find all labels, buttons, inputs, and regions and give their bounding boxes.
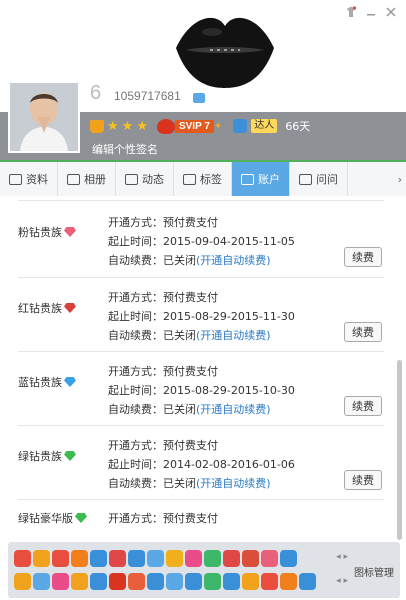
divider <box>18 200 384 201</box>
app-shortcut-icon[interactable] <box>109 550 126 567</box>
app-shortcut-icon[interactable] <box>261 550 278 567</box>
list-item: 绿钻贵族 开通方式：预付费支付 起止时间：2014-02-08-2016-01-… <box>18 426 384 500</box>
star-icon: ★ <box>136 118 148 134</box>
app-shortcut-icon[interactable] <box>204 550 221 567</box>
photo-album-icon <box>67 173 80 185</box>
green-diamond-icon <box>64 451 76 461</box>
app-shortcut-icon[interactable] <box>223 573 240 590</box>
renew-button[interactable]: 续费 <box>344 247 382 267</box>
tray-page-arrows-icon[interactable]: ◂ ▸ <box>336 576 348 586</box>
service-name: 绿钻豪华版 <box>18 512 73 525</box>
cover-photo <box>176 17 274 89</box>
tab-questions[interactable]: 问问 <box>290 162 348 196</box>
list-item: 绿钻豪华版 开通方式：预付费支付 <box>18 512 218 525</box>
app-shortcut-icon[interactable] <box>204 573 221 590</box>
vip-service-list: 粉钻贵族 开通方式：预付费支付 起止时间：2015-09-04-2015-11-… <box>8 196 394 532</box>
service-name: 粉钻贵族 <box>18 226 62 239</box>
wallet-icon <box>241 173 254 185</box>
tab-account[interactable]: 账户 <box>232 162 290 196</box>
tab-bar: 资料 相册 动态 标签 账户 问问 › <box>0 160 406 196</box>
app-shortcut-icon[interactable] <box>52 550 69 567</box>
svip-icon <box>156 118 175 134</box>
icon-manage-button[interactable]: 图标管理 <box>354 564 394 579</box>
window-controls <box>342 0 406 24</box>
signature-edit[interactable]: 编辑个性签名 <box>92 141 158 157</box>
tab-profile[interactable]: 资料 <box>0 162 58 196</box>
app-shortcut-icon[interactable] <box>71 550 88 567</box>
app-shortcut-icon[interactable] <box>147 573 164 590</box>
profile-header: 6 1059717681 ★ ★ ★ SVIP 7 ✦ 达人 66天 编辑个性签… <box>0 0 406 160</box>
list-scrollbar[interactable] <box>397 360 402 540</box>
app-shortcut-icon[interactable] <box>128 550 145 567</box>
close-icon[interactable] <box>382 3 400 21</box>
app-shortcut-icon[interactable] <box>71 573 88 590</box>
enable-auto-renew-link[interactable]: (开通自动续费) <box>196 329 271 342</box>
star-icon: ★ <box>107 118 119 134</box>
blue-diamond-icon <box>64 377 76 387</box>
svip-badge[interactable]: SVIP 7 ✦ <box>156 118 223 134</box>
tabs-scroll-right-icon[interactable]: › <box>348 162 406 196</box>
app-shortcut-icon[interactable] <box>52 573 69 590</box>
app-shortcut-icon[interactable] <box>223 550 240 567</box>
app-shortcut-icon[interactable] <box>280 573 297 590</box>
tab-feed[interactable]: 动态 <box>116 162 174 196</box>
service-name: 蓝钻贵族 <box>18 376 62 389</box>
app-shortcut-icon[interactable] <box>185 550 202 567</box>
crown-icon[interactable] <box>90 119 104 133</box>
app-shortcut-icon[interactable] <box>166 550 183 567</box>
enable-auto-renew-link[interactable]: (开通自动续费) <box>196 254 271 267</box>
app-shortcut-icon[interactable] <box>242 573 259 590</box>
skin-icon[interactable] <box>342 3 360 21</box>
pink-diamond-icon <box>64 227 76 237</box>
app-shortcut-icon[interactable] <box>147 550 164 567</box>
app-icon-tray: ◂ ▸ ◂ ▸ 图标管理 <box>8 542 400 598</box>
app-shortcut-icon[interactable] <box>90 573 107 590</box>
app-shortcut-icon[interactable] <box>166 573 183 590</box>
green-diamond-icon <box>75 513 87 523</box>
level-number: 6 <box>90 82 102 104</box>
svip-arrow-icon: ✦ <box>213 120 223 132</box>
app-shortcut-icon[interactable] <box>90 550 107 567</box>
renew-button[interactable]: 续费 <box>344 470 382 490</box>
app-shortcut-icon[interactable] <box>109 573 126 590</box>
service-name: 绿钻贵族 <box>18 450 62 463</box>
avatar[interactable] <box>8 81 80 153</box>
minimize-icon[interactable] <box>362 3 380 21</box>
app-shortcut-icon[interactable] <box>242 550 259 567</box>
app-shortcut-icon[interactable] <box>128 573 145 590</box>
tray-page-arrows-icon[interactable]: ◂ ▸ <box>336 552 348 562</box>
profile-card-icon <box>9 173 22 185</box>
app-shortcut-icon[interactable] <box>185 573 202 590</box>
bookmark-icon <box>183 173 196 185</box>
app-shortcut-icon[interactable] <box>14 550 31 567</box>
enable-auto-renew-link[interactable]: (开通自动续费) <box>196 403 271 416</box>
app-shortcut-icon[interactable] <box>280 550 297 567</box>
online-status-icon[interactable] <box>193 93 205 103</box>
tab-tags[interactable]: 标签 <box>174 162 232 196</box>
list-item: 红钻贵族 开通方式：预付费支付 起止时间：2015-08-29-2015-11-… <box>18 278 384 352</box>
qq-number: 1059717681 <box>114 89 181 103</box>
app-shortcut-icon[interactable] <box>33 573 50 590</box>
days-count: 66天 <box>285 120 311 133</box>
feed-icon <box>125 173 138 185</box>
enable-auto-renew-link[interactable]: (开通自动续费) <box>196 477 271 490</box>
list-item: 粉钻贵族 开通方式：预付费支付 起止时间：2015-09-04-2015-11-… <box>18 202 384 278</box>
star-icon: ★ <box>121 118 134 134</box>
tab-album[interactable]: 相册 <box>58 162 116 196</box>
question-icon <box>299 173 312 185</box>
app-shortcut-icon[interactable] <box>14 573 31 590</box>
badge-row: ★ ★ ★ SVIP 7 ✦ 达人 66天 <box>90 118 310 134</box>
renew-button[interactable]: 续费 <box>344 322 382 342</box>
list-item: 蓝钻贵族 开通方式：预付费支付 起止时间：2015-08-29-2015-10-… <box>18 352 384 426</box>
daren-badge[interactable]: 达人 66天 <box>233 118 310 134</box>
renew-button[interactable]: 续费 <box>344 396 382 416</box>
icon-row <box>14 573 316 590</box>
app-shortcut-icon[interactable] <box>299 573 316 590</box>
red-diamond-icon <box>64 303 76 313</box>
daren-icon <box>233 119 248 133</box>
app-shortcut-icon[interactable] <box>261 573 278 590</box>
service-name: 红钻贵族 <box>18 302 62 315</box>
icon-row <box>14 550 297 567</box>
app-shortcut-icon[interactable] <box>33 550 50 567</box>
